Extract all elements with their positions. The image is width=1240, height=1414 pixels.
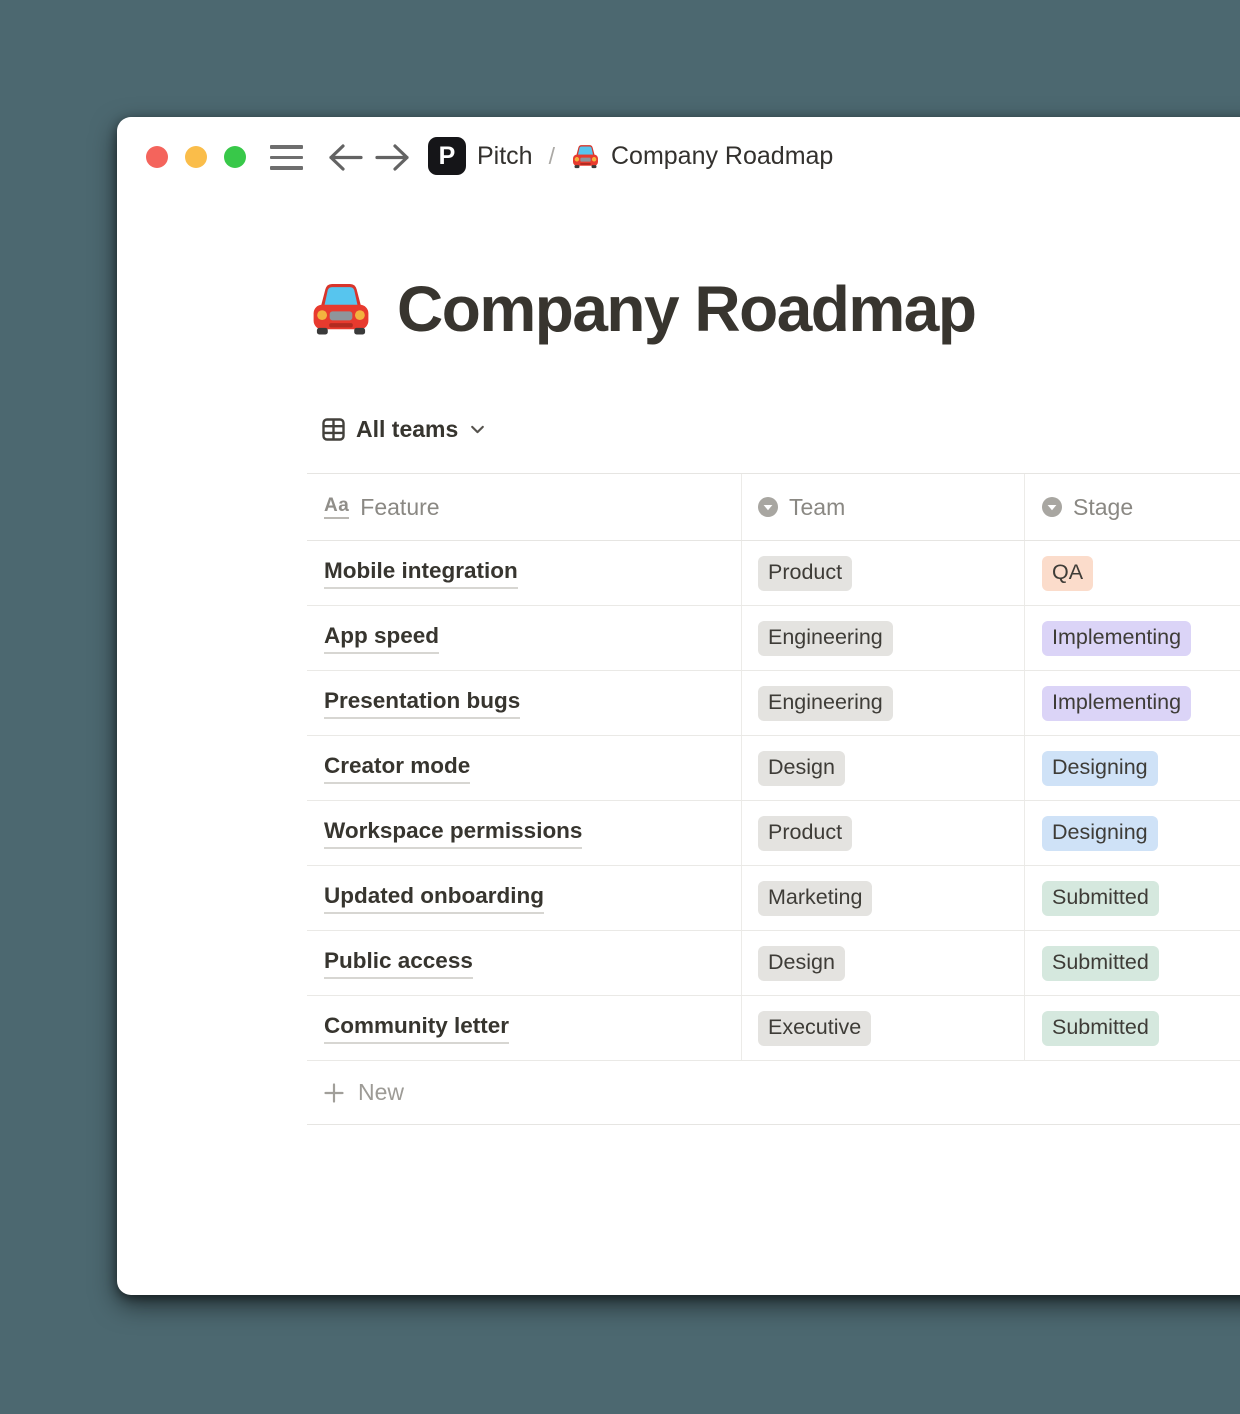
column-header-label: Team (789, 494, 845, 521)
close-button[interactable] (146, 146, 168, 168)
team-cell[interactable]: Engineering (742, 606, 1025, 670)
stage-tag[interactable]: Implementing (1042, 621, 1191, 656)
feature-cell[interactable]: Mobile integration (307, 541, 742, 605)
breadcrumb-separator: / (549, 143, 555, 170)
stage-tag[interactable]: Submitted (1042, 881, 1159, 916)
chevron-down-icon (469, 421, 486, 438)
team-tag[interactable]: Product (758, 816, 852, 851)
feature-link[interactable]: Creator mode (324, 753, 470, 784)
stage-tag[interactable]: QA (1042, 556, 1093, 591)
feature-link[interactable]: Community letter (324, 1013, 509, 1044)
feature-link[interactable]: Updated onboarding (324, 883, 544, 914)
view-selector[interactable]: All teams (307, 416, 486, 443)
desktop-background: P Pitch / Company Roadmap Company Roadma… (0, 0, 1240, 1414)
feature-cell[interactable]: App speed (307, 606, 742, 670)
team-tag[interactable]: Product (758, 556, 852, 591)
roadmap-table: Aa Feature Team Stage Mobile integration… (307, 473, 1240, 1125)
traffic-lights (146, 146, 246, 168)
plus-icon (323, 1082, 345, 1104)
column-header-label: Stage (1073, 494, 1133, 521)
team-tag[interactable]: Engineering (758, 686, 893, 721)
stage-tag[interactable]: Submitted (1042, 1011, 1159, 1046)
feature-cell[interactable]: Presentation bugs (307, 671, 742, 735)
table-view-icon (322, 418, 345, 441)
feature-link[interactable]: App speed (324, 623, 439, 654)
breadcrumb-app[interactable]: Pitch (477, 142, 533, 171)
stage-cell[interactable]: Submitted (1025, 996, 1240, 1060)
stage-cell[interactable]: Implementing (1025, 606, 1240, 670)
stage-tag[interactable]: Designing (1042, 816, 1158, 851)
view-selector-label: All teams (356, 416, 458, 443)
table-row: Updated onboarding Marketing Submitted (307, 866, 1240, 931)
table-row: Community letter Executive Submitted (307, 996, 1240, 1061)
table-row: Public access Design Submitted (307, 931, 1240, 996)
team-cell[interactable]: Design (742, 931, 1025, 995)
team-cell[interactable]: Product (742, 541, 1025, 605)
team-cell[interactable]: Design (742, 736, 1025, 800)
team-tag[interactable]: Design (758, 946, 845, 981)
feature-cell[interactable]: Public access (307, 931, 742, 995)
page-title-block: Company Roadmap (307, 272, 975, 346)
pitch-logo-letter: P (439, 142, 456, 171)
column-header-feature[interactable]: Aa Feature (307, 474, 742, 540)
feature-cell[interactable]: Community letter (307, 996, 742, 1060)
minimize-button[interactable] (185, 146, 207, 168)
table-row: Workspace permissions Product Designing (307, 801, 1240, 866)
select-type-icon (758, 497, 778, 517)
table-header-row: Aa Feature Team Stage (307, 473, 1240, 541)
car-emoji-icon (570, 141, 601, 172)
team-cell[interactable]: Executive (742, 996, 1025, 1060)
feature-cell[interactable]: Creator mode (307, 736, 742, 800)
table-body: Mobile integration Product QA App speed … (307, 541, 1240, 1061)
app-window: P Pitch / Company Roadmap Company Roadma… (117, 117, 1240, 1295)
stage-tag[interactable]: Designing (1042, 751, 1158, 786)
table-row: Mobile integration Product QA (307, 541, 1240, 606)
team-tag[interactable]: Executive (758, 1011, 871, 1046)
column-header-stage[interactable]: Stage (1025, 474, 1240, 540)
new-row-label: New (358, 1079, 404, 1106)
feature-cell[interactable]: Workspace permissions (307, 801, 742, 865)
back-arrow-icon[interactable] (327, 142, 364, 173)
column-header-team[interactable]: Team (742, 474, 1025, 540)
column-header-label: Feature (360, 494, 439, 521)
stage-cell[interactable]: Submitted (1025, 866, 1240, 930)
stage-cell[interactable]: QA (1025, 541, 1240, 605)
menu-icon[interactable] (270, 145, 303, 170)
page-title-car-emoji-icon (307, 275, 375, 343)
team-tag[interactable]: Marketing (758, 881, 872, 916)
stage-tag[interactable]: Submitted (1042, 946, 1159, 981)
team-cell[interactable]: Engineering (742, 671, 1025, 735)
team-tag[interactable]: Engineering (758, 621, 893, 656)
stage-cell[interactable]: Implementing (1025, 671, 1240, 735)
feature-link[interactable]: Mobile integration (324, 558, 518, 589)
stage-tag[interactable]: Implementing (1042, 686, 1191, 721)
view-controls: All teams Properties (307, 416, 486, 452)
team-cell[interactable]: Product (742, 801, 1025, 865)
zoom-button[interactable] (224, 146, 246, 168)
select-type-icon (1042, 497, 1062, 517)
table-row: Creator mode Design Designing (307, 736, 1240, 801)
feature-link[interactable]: Presentation bugs (324, 688, 520, 719)
stage-cell[interactable]: Designing (1025, 736, 1240, 800)
stage-cell[interactable]: Designing (1025, 801, 1240, 865)
team-tag[interactable]: Design (758, 751, 845, 786)
table-row: Presentation bugs Engineering Implementi… (307, 671, 1240, 736)
breadcrumb: P Pitch / Company Roadmap (428, 137, 833, 175)
feature-link[interactable]: Public access (324, 948, 473, 979)
forward-arrow-icon[interactable] (374, 142, 411, 173)
pitch-logo[interactable]: P (428, 137, 466, 175)
titlebar: P Pitch / Company Roadmap (117, 117, 1240, 197)
stage-cell[interactable]: Submitted (1025, 931, 1240, 995)
breadcrumb-page[interactable]: Company Roadmap (611, 142, 833, 171)
text-type-icon: Aa (324, 496, 349, 519)
feature-link[interactable]: Workspace permissions (324, 818, 582, 849)
table-row: App speed Engineering Implementing (307, 606, 1240, 671)
feature-cell[interactable]: Updated onboarding (307, 866, 742, 930)
page-title: Company Roadmap (397, 272, 975, 346)
new-row-button[interactable]: New (307, 1061, 1240, 1125)
team-cell[interactable]: Marketing (742, 866, 1025, 930)
